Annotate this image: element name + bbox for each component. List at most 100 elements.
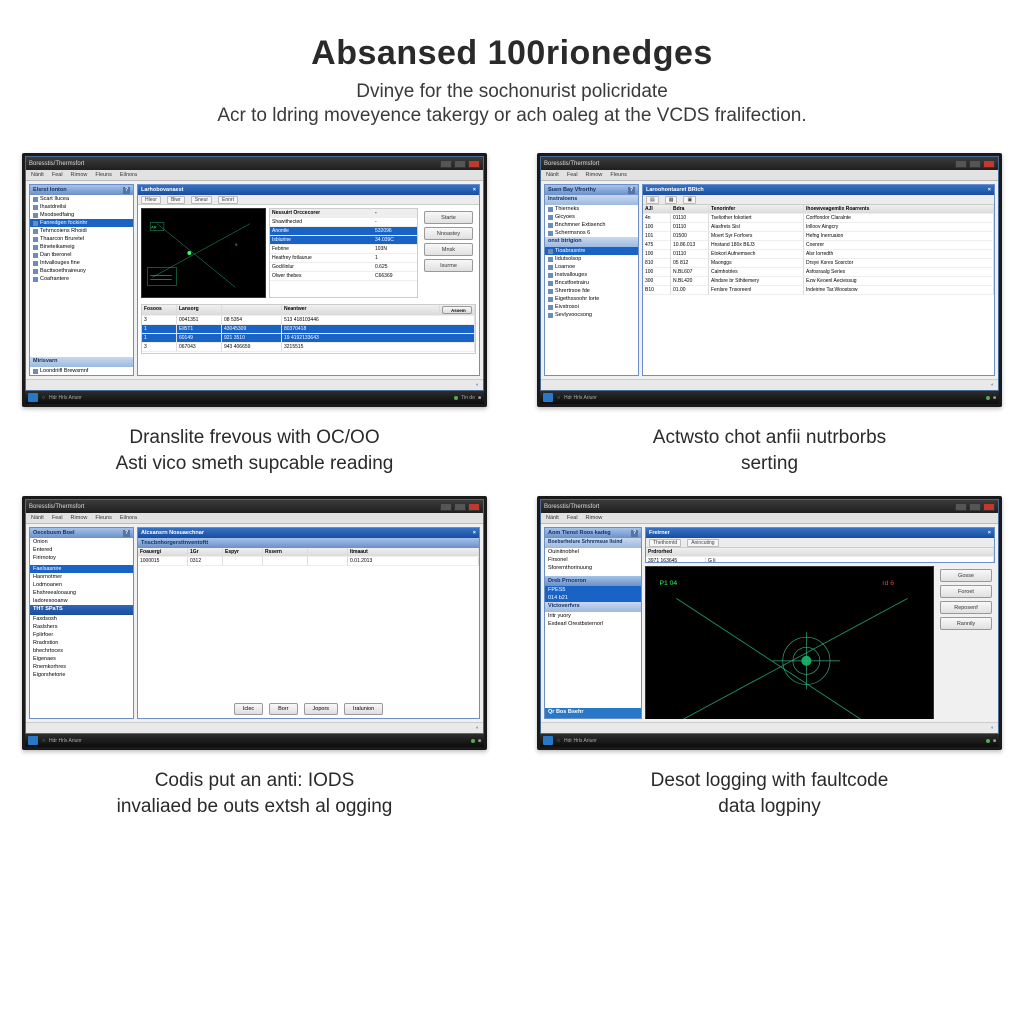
menu-item[interactable]: Rimow	[71, 515, 88, 521]
col-header[interactable]: Ihoewveagemlix Roarrents	[804, 205, 994, 214]
table-row[interactable]: 4n01110Tseliother fokotiertCorffondor Cl…	[643, 214, 994, 223]
sidebar-section[interactable]: Mirisvarn	[30, 357, 133, 367]
sidebar-item[interactable]: Thierneks	[545, 205, 638, 213]
col-header[interactable]: Fosoos	[142, 305, 177, 316]
toolbar-button[interactable]: Sneur	[191, 196, 212, 204]
col-header[interactable]	[308, 548, 348, 557]
sidebar-item[interactable]: Msodsedfaing	[30, 211, 133, 219]
sidebar-item[interactable]: Lodmoanen	[30, 581, 133, 589]
sidebar-item[interactable]: Tehrncoiens Rhoidi	[30, 227, 133, 235]
menu-item[interactable]: Nänlt	[546, 515, 559, 521]
toolbar-button[interactable]: Biwr	[167, 196, 185, 204]
sidebar-section[interactable]: onst btrigion	[545, 237, 638, 247]
action-button[interactable]: Reposenf	[940, 601, 992, 614]
action-button[interactable]: Iralunion	[344, 703, 383, 715]
sidebar-item[interactable]: Iidutsolsop	[545, 255, 638, 263]
prop-row[interactable]: Isbiurine34.039C	[270, 236, 417, 245]
sidebar-item[interactable]: Iritr yuory	[545, 612, 641, 620]
minimize-button[interactable]	[955, 160, 967, 168]
toolbar-button[interactable]: Anincuting	[687, 539, 718, 547]
minimize-button[interactable]	[440, 503, 452, 511]
sidebar-item[interactable]: 014 b21	[545, 594, 641, 602]
action-button[interactable]: Borr	[269, 703, 297, 715]
close-button[interactable]	[983, 503, 995, 511]
sidebar-item[interactable]: Firsonel	[545, 556, 641, 564]
sidebar-item[interactable]: Eigorshetorie	[30, 671, 133, 679]
sidebar-item[interactable]: Bnchmner Extisench	[545, 221, 638, 229]
menu-item[interactable]: Fleuns	[95, 515, 112, 521]
action-button[interactable]: Jopors	[304, 703, 339, 715]
info-icon[interactable]: ?	[631, 530, 638, 537]
window-titlebar[interactable]: Boresstis/Thermsfort	[541, 157, 998, 170]
menu-item[interactable]: Eilnora	[120, 172, 137, 178]
menu-bar[interactable]: Nänlt Feal Rimow Fleuns Eilnora	[26, 170, 483, 181]
table-row[interactable]: 10101500Moert Syr ForfovrsHefng Inerruai…	[643, 232, 994, 241]
sidebar-item[interactable]: Fanredgen fockinhr	[30, 219, 133, 227]
col-header[interactable]	[222, 305, 282, 316]
sidebar-item[interactable]: Ehshreealooaung	[30, 589, 133, 597]
sidebar-item[interactable]: FPES5	[545, 586, 641, 594]
action-button[interactable]: Isurme	[424, 259, 473, 272]
taskbar[interactable]: ○Hdr Hrls Ariunr Tin do■	[25, 391, 484, 404]
action-button[interactable]: Nnoastey	[424, 227, 473, 240]
menu-item[interactable]: Eilnora	[120, 515, 137, 521]
sidebar-item[interactable]: Eigenaes	[30, 655, 133, 663]
maximize-button[interactable]	[969, 160, 981, 168]
menu-item[interactable]: Feal	[567, 172, 578, 178]
sidebar-item[interactable]: Firirnotoy	[30, 554, 133, 562]
action-button[interactable]: Iclec	[234, 703, 263, 715]
tray-icon[interactable]	[471, 739, 475, 743]
sidebar-item[interactable]: Scart Ilucea	[30, 195, 133, 203]
taskbar[interactable]: ○Hdr Hrls Ariunr ■	[540, 391, 999, 404]
sidebar-item[interactable]: Bineteikameig	[30, 243, 133, 251]
start-button[interactable]	[28, 736, 38, 745]
sidebar-section[interactable]: Instraloens	[545, 195, 638, 205]
sidebar-item[interactable]: Sevlyvoocsong	[545, 311, 638, 319]
sidebar-section[interactable]: Victoverfvrs	[545, 602, 641, 612]
menu-item[interactable]: Nänlt	[546, 172, 559, 178]
sidebar-item[interactable]: Iadoresooanw	[30, 597, 133, 605]
sidebar-item[interactable]: Rnemkorhres	[30, 663, 133, 671]
col-header[interactable]: Tenorinfer	[709, 205, 804, 214]
toolbar-button[interactable]: Hleor	[141, 196, 161, 204]
tray-icon[interactable]	[454, 396, 458, 400]
sidebar-item[interactable]: Onion	[30, 538, 133, 546]
info-icon[interactable]: ?	[123, 187, 130, 194]
panel-close-icon[interactable]: ×	[988, 187, 991, 193]
table-row[interactable]: B1001.00Fenlsre TnsoreenlIndeirine Tar.W…	[643, 286, 994, 295]
toolbar-button[interactable]: ▣	[683, 196, 696, 204]
toolbar-button[interactable]: Ennrt	[218, 196, 238, 204]
prop-row[interactable]: Olwer thebesC66369	[270, 272, 417, 281]
close-button[interactable]	[468, 160, 480, 168]
tray-icon[interactable]	[986, 739, 990, 743]
sidebar-item[interactable]: Dan tberonel	[30, 251, 133, 259]
sidebar-section[interactable]: THT SPaTS	[30, 605, 133, 615]
table-row[interactable]: 81005 812MaonggsDrsye Ksres Sosrctor	[643, 259, 994, 268]
sidebar-item[interactable]: Instvallouges	[545, 271, 638, 279]
sidebar-item[interactable]: Fplirfoer	[30, 631, 133, 639]
action-button[interactable]: Starte	[424, 211, 473, 224]
table-row[interactable]: 3067043943 4066593215515	[142, 343, 475, 352]
sidebar-item[interactable]: Bncstfoetrairu	[545, 279, 638, 287]
sidebar-item[interactable]: Coafrantere	[30, 275, 133, 283]
table-row[interactable]: 3004135108 5354513 418103446	[142, 316, 475, 325]
close-button[interactable]	[983, 160, 995, 168]
prop-row[interactable]: Goclilinlur0.625	[270, 263, 417, 272]
close-button[interactable]	[468, 503, 480, 511]
panel-close-icon[interactable]: ×	[988, 530, 991, 536]
sidebar-item[interactable]: Eivstrosoi	[545, 303, 638, 311]
minimize-button[interactable]	[955, 503, 967, 511]
sidebar-item[interactable]: Loondriifl Brewsmnf	[30, 367, 133, 375]
action-button[interactable]: Gosse	[940, 569, 992, 582]
maximize-button[interactable]	[454, 160, 466, 168]
sidebar-item[interactable]: Sforernthorinuung	[545, 564, 641, 572]
start-button[interactable]	[28, 393, 38, 402]
panel-close-icon[interactable]: ×	[473, 530, 476, 536]
taskbar[interactable]: ○Hdr Hrls Ariunr ■	[540, 734, 999, 747]
taskbar[interactable]: ○Hdr Hrls Ariunr ■	[25, 734, 484, 747]
prop-row[interactable]: Febrine103N	[270, 245, 417, 254]
col-header[interactable]: Rssern	[263, 548, 308, 557]
menu-item[interactable]: Fleuns	[95, 172, 112, 178]
sidebar-item[interactable]: Ouinitnobhel	[545, 548, 641, 556]
table-row[interactable]: 1Ell5T14304530980370418	[142, 325, 475, 334]
